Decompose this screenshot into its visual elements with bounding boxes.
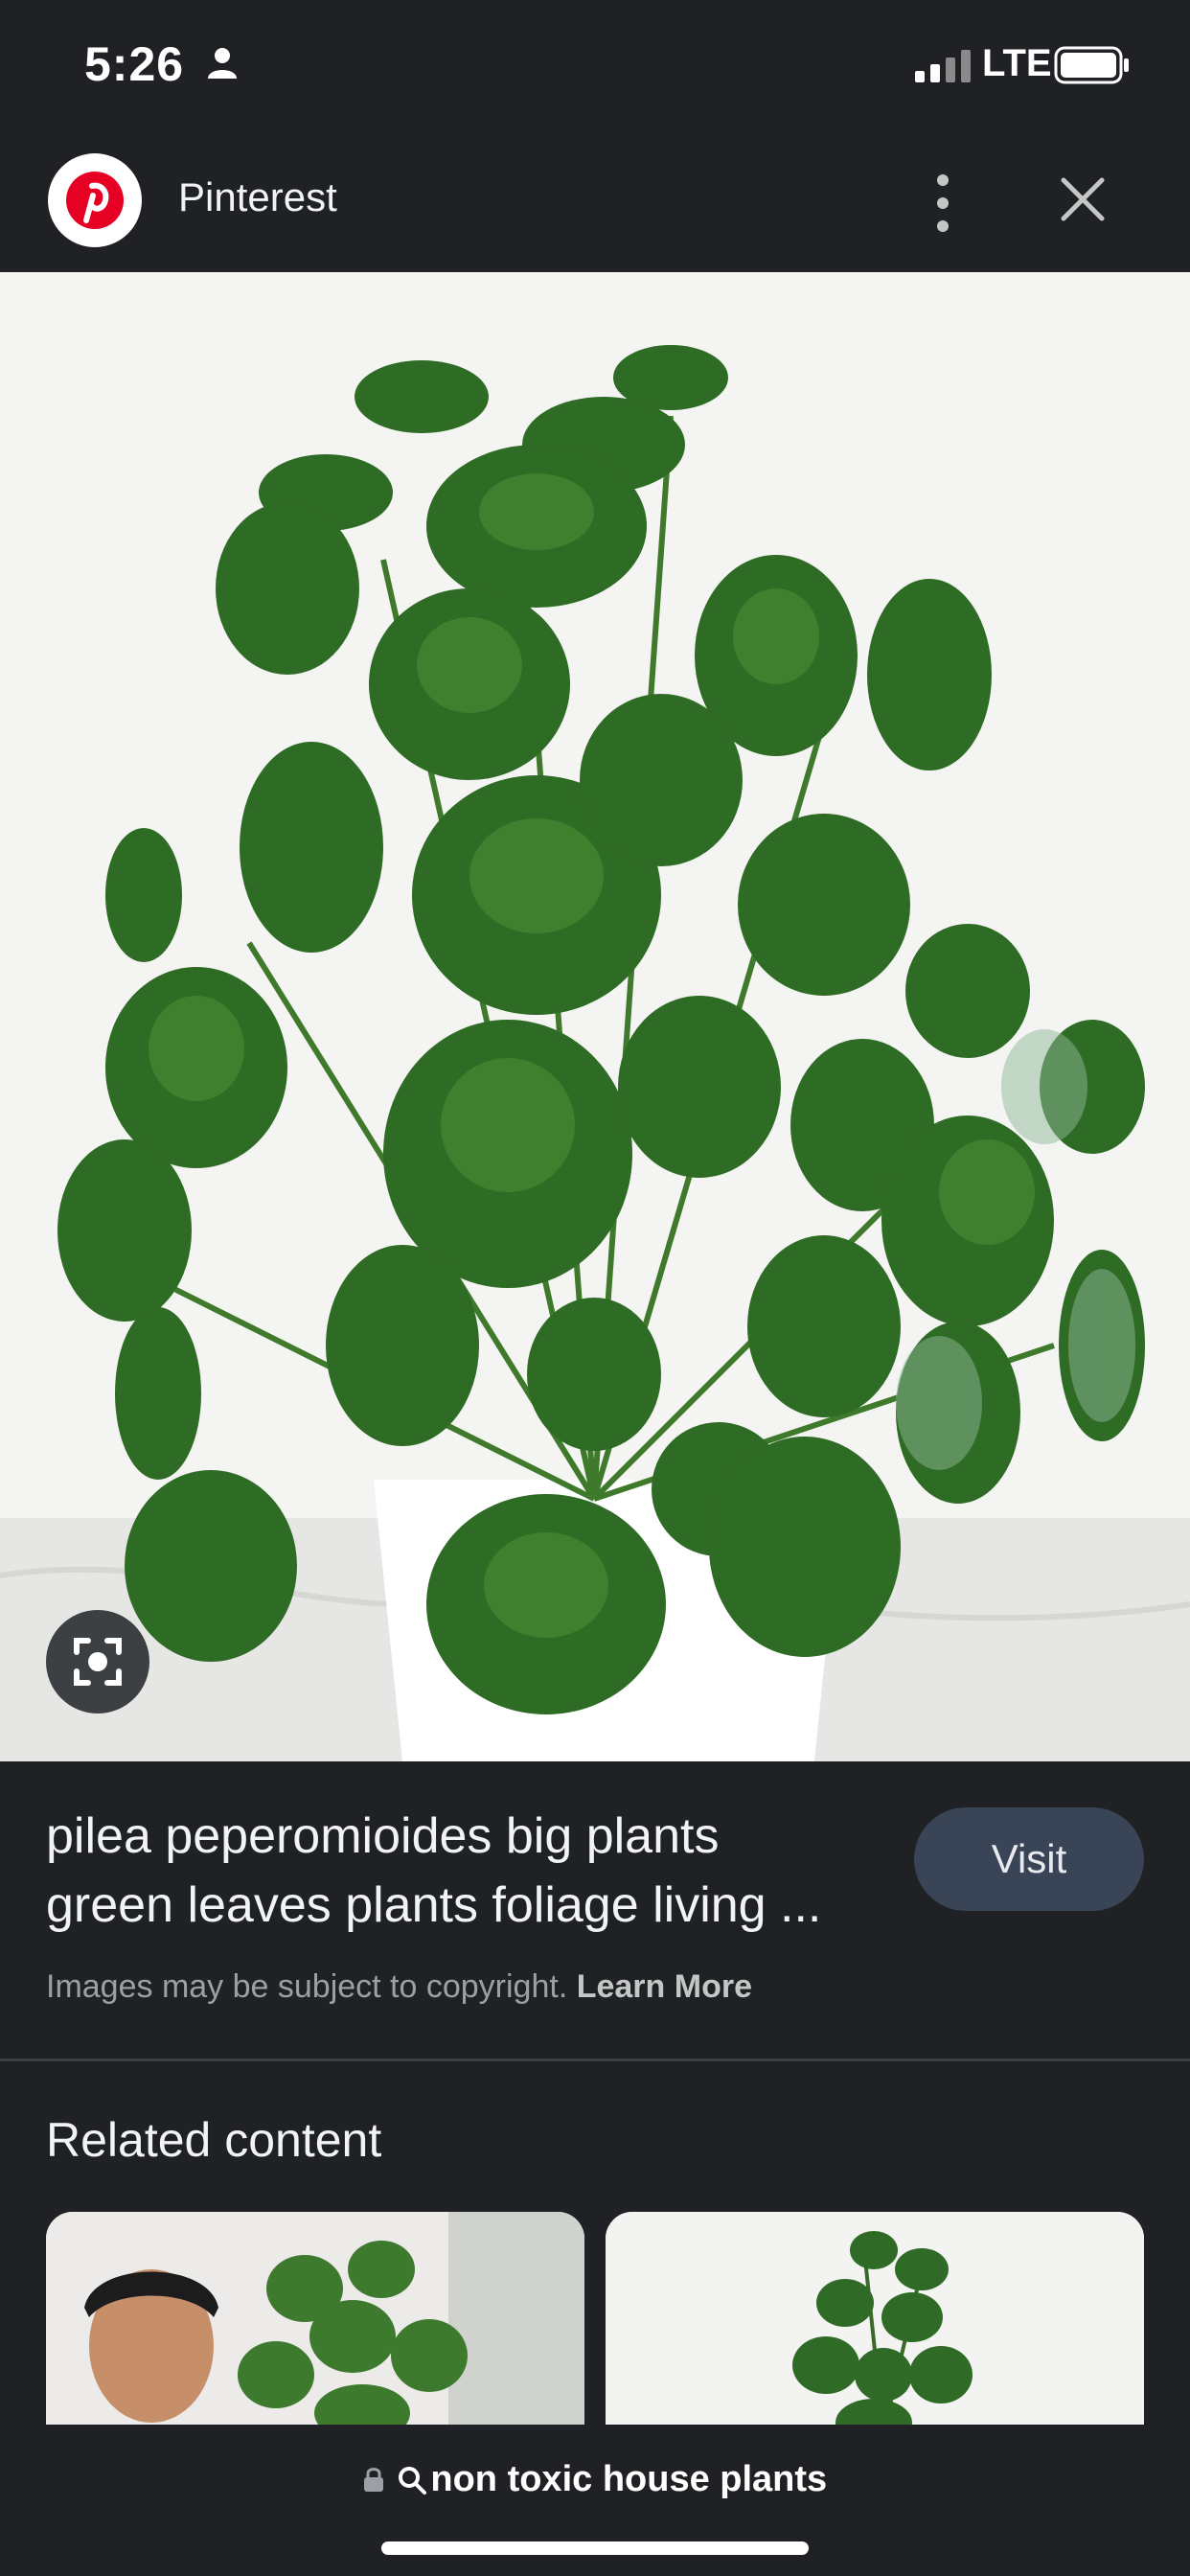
site-name[interactable]: Pinterest [178, 174, 337, 220]
visit-button[interactable]: Visit [914, 1807, 1144, 1911]
close-icon[interactable] [1060, 176, 1106, 222]
learn-more-link[interactable]: Learn More [577, 1968, 752, 2005]
copyright-notice: Images may be subject to copyright. Lear… [46, 1968, 752, 2006]
home-indicator[interactable] [381, 2542, 809, 2555]
result-image[interactable] [0, 272, 1190, 1761]
clock-time: 5:26 [84, 37, 185, 91]
related-content-heading: Related content [46, 2113, 382, 2167]
section-divider [0, 2058, 1190, 2061]
result-title[interactable]: pilea peperomioides big plants green lea… [46, 1802, 889, 1940]
search-query-text: non toxic house plants [430, 2459, 828, 2499]
status-bar: 5:26 LTE [0, 0, 1190, 134]
person-icon [208, 48, 237, 79]
related-card[interactable] [46, 2212, 584, 2432]
lens-icon[interactable] [46, 1610, 149, 1714]
copyright-text: Images may be subject to copyright. [46, 1968, 577, 2005]
search-icon [399, 2467, 427, 2495]
result-title-line1: pilea peperomioides big plants [46, 1808, 720, 1864]
pinterest-logo-icon[interactable] [48, 153, 142, 247]
signal-icon [915, 50, 971, 82]
result-title-line2: green leaves plants foliage living ... [46, 1877, 822, 1933]
more-vert-icon[interactable] [931, 172, 954, 234]
related-card[interactable] [606, 2212, 1144, 2432]
network-type: LTE [982, 42, 1052, 84]
lock-icon [363, 2468, 383, 2492]
address-bar[interactable]: non toxic house plants [0, 2425, 1190, 2576]
battery-icon [1054, 46, 1129, 84]
source-header: Pinterest [0, 134, 1190, 272]
search-query[interactable]: non toxic house plants [0, 2459, 1190, 2500]
